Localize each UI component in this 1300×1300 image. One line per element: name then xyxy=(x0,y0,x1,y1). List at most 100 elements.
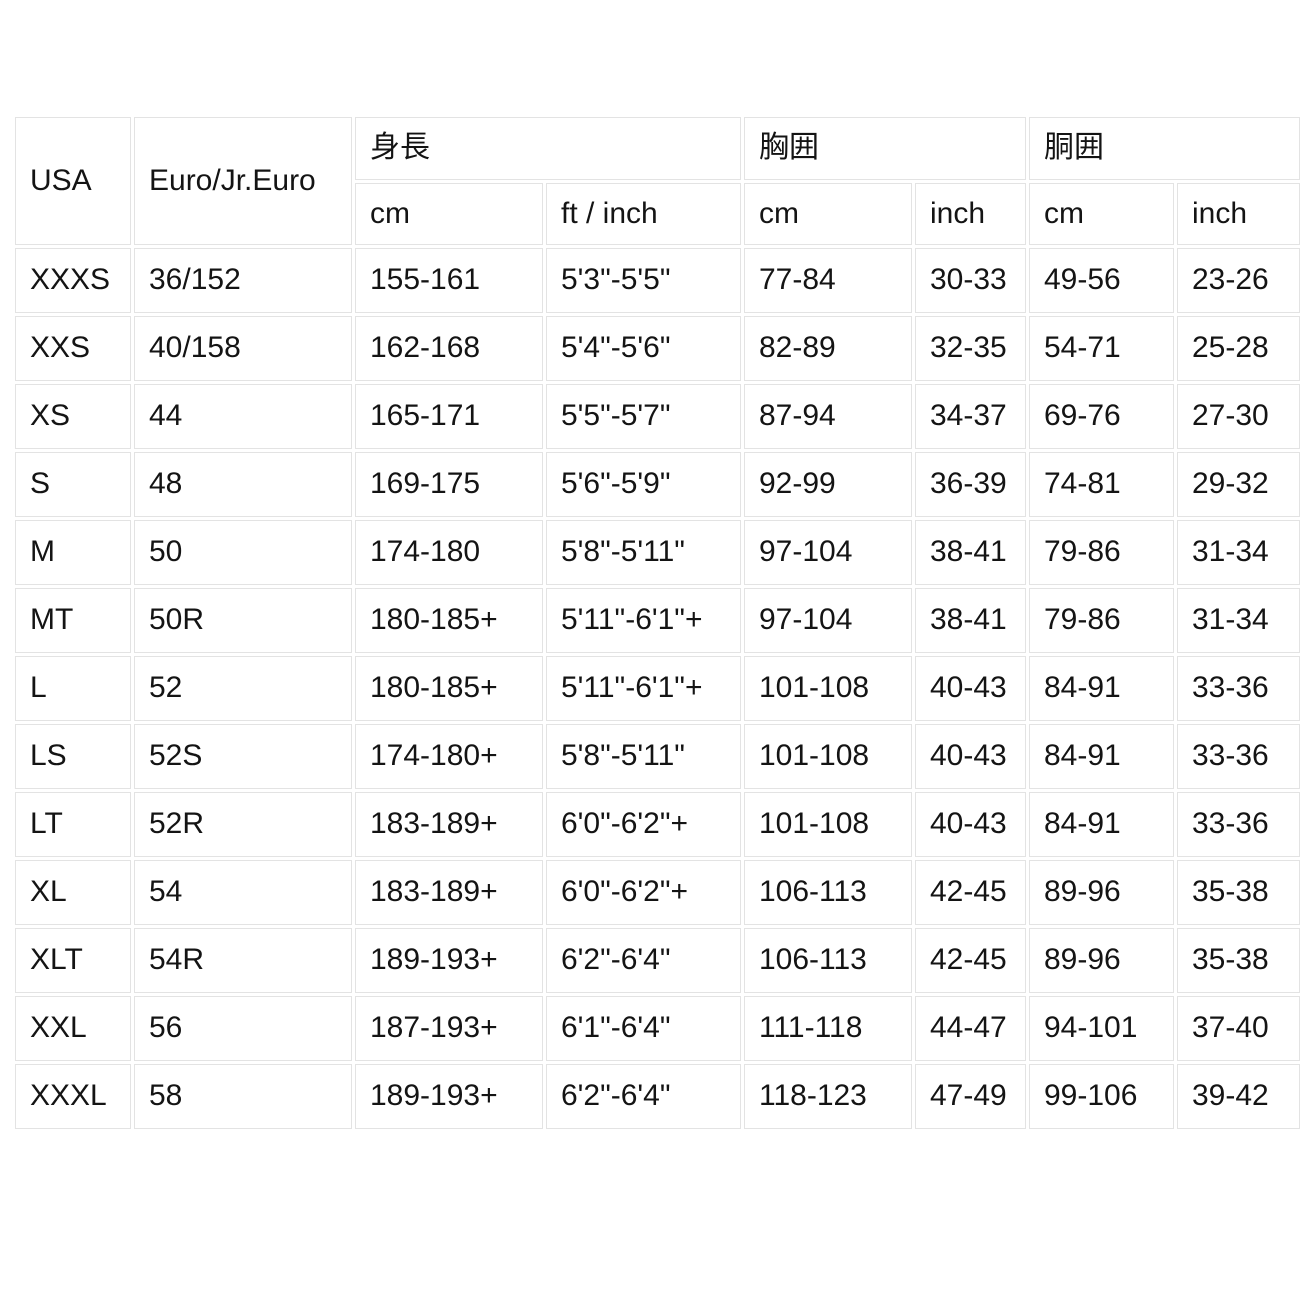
table-row: L52180-185+5'11"-6'1"+101-10840-4384-913… xyxy=(15,656,1300,721)
cell-chest-cm: 101-108 xyxy=(744,792,912,857)
cell-usa: XS xyxy=(15,384,131,449)
column-header-waist-cm: cm xyxy=(1029,183,1174,246)
cell-chest-inch: 38-41 xyxy=(915,588,1026,653)
cell-height-cm: 189-193+ xyxy=(355,928,543,993)
table-row: LT52R183-189+6'0"-6'2"+101-10840-4384-91… xyxy=(15,792,1300,857)
cell-euro: 36/152 xyxy=(134,248,352,313)
table-row: XS44165-1715'5"-5'7"87-9434-3769-7627-30 xyxy=(15,384,1300,449)
cell-height-ftinch: 5'8"-5'11" xyxy=(546,520,741,585)
table-row: XL54183-189+6'0"-6'2"+106-11342-4589-963… xyxy=(15,860,1300,925)
cell-waist-inch: 33-36 xyxy=(1177,656,1300,721)
cell-height-cm: 180-185+ xyxy=(355,656,543,721)
header-row-groups: USA Euro/Jr.Euro 身長 胸囲 胴囲 xyxy=(15,117,1300,180)
size-chart-header: USA Euro/Jr.Euro 身長 胸囲 胴囲 cm ft / inch c… xyxy=(15,117,1300,245)
cell-usa: S xyxy=(15,452,131,517)
cell-usa: XXXS xyxy=(15,248,131,313)
cell-euro: 58 xyxy=(134,1064,352,1129)
cell-height-cm: 169-175 xyxy=(355,452,543,517)
cell-chest-cm: 87-94 xyxy=(744,384,912,449)
cell-height-ftinch: 6'0"-6'2"+ xyxy=(546,860,741,925)
cell-chest-inch: 38-41 xyxy=(915,520,1026,585)
cell-chest-inch: 42-45 xyxy=(915,860,1026,925)
cell-waist-inch: 33-36 xyxy=(1177,792,1300,857)
cell-waist-inch: 31-34 xyxy=(1177,588,1300,653)
table-row: MT50R180-185+5'11"-6'1"+97-10438-4179-86… xyxy=(15,588,1300,653)
column-header-chest-inch: inch xyxy=(915,183,1026,246)
cell-height-cm: 165-171 xyxy=(355,384,543,449)
cell-chest-cm: 118-123 xyxy=(744,1064,912,1129)
cell-height-cm: 183-189+ xyxy=(355,860,543,925)
cell-height-cm: 174-180 xyxy=(355,520,543,585)
cell-waist-inch: 39-42 xyxy=(1177,1064,1300,1129)
cell-usa: XXXL xyxy=(15,1064,131,1129)
cell-usa: LT xyxy=(15,792,131,857)
cell-euro: 44 xyxy=(134,384,352,449)
cell-waist-cm: 79-86 xyxy=(1029,520,1174,585)
size-chart-container: USA Euro/Jr.Euro 身長 胸囲 胴囲 cm ft / inch c… xyxy=(12,114,1288,1132)
cell-waist-cm: 69-76 xyxy=(1029,384,1174,449)
cell-waist-inch: 35-38 xyxy=(1177,860,1300,925)
column-header-waist-inch: inch xyxy=(1177,183,1300,246)
cell-chest-inch: 40-43 xyxy=(915,792,1026,857)
cell-waist-inch: 37-40 xyxy=(1177,996,1300,1061)
column-header-height-cm: cm xyxy=(355,183,543,246)
cell-height-ftinch: 5'8"-5'11" xyxy=(546,724,741,789)
table-row: M50174-1805'8"-5'11"97-10438-4179-8631-3… xyxy=(15,520,1300,585)
cell-euro: 48 xyxy=(134,452,352,517)
column-header-chest-cm: cm xyxy=(744,183,912,246)
cell-waist-cm: 84-91 xyxy=(1029,656,1174,721)
column-header-usa: USA xyxy=(15,117,131,245)
cell-height-ftinch: 5'6"-5'9" xyxy=(546,452,741,517)
cell-waist-cm: 54-71 xyxy=(1029,316,1174,381)
cell-height-cm: 183-189+ xyxy=(355,792,543,857)
cell-chest-cm: 82-89 xyxy=(744,316,912,381)
cell-waist-inch: 29-32 xyxy=(1177,452,1300,517)
cell-height-cm: 174-180+ xyxy=(355,724,543,789)
cell-usa: L xyxy=(15,656,131,721)
cell-euro: 52S xyxy=(134,724,352,789)
cell-waist-cm: 89-96 xyxy=(1029,928,1174,993)
cell-waist-cm: 74-81 xyxy=(1029,452,1174,517)
cell-waist-cm: 84-91 xyxy=(1029,792,1174,857)
table-row: XXL56187-193+6'1"-6'4"111-11844-4794-101… xyxy=(15,996,1300,1061)
cell-chest-inch: 42-45 xyxy=(915,928,1026,993)
size-chart-table: USA Euro/Jr.Euro 身長 胸囲 胴囲 cm ft / inch c… xyxy=(12,114,1300,1132)
cell-waist-cm: 94-101 xyxy=(1029,996,1174,1061)
cell-euro: 40/158 xyxy=(134,316,352,381)
cell-usa: XXL xyxy=(15,996,131,1061)
cell-chest-inch: 34-37 xyxy=(915,384,1026,449)
cell-height-cm: 187-193+ xyxy=(355,996,543,1061)
group-header-height: 身長 xyxy=(355,117,741,180)
cell-waist-inch: 25-28 xyxy=(1177,316,1300,381)
cell-euro: 52 xyxy=(134,656,352,721)
cell-usa: XL xyxy=(15,860,131,925)
cell-waist-cm: 89-96 xyxy=(1029,860,1174,925)
cell-chest-cm: 77-84 xyxy=(744,248,912,313)
cell-height-ftinch: 5'11"-6'1"+ xyxy=(546,588,741,653)
cell-chest-inch: 40-43 xyxy=(915,656,1026,721)
cell-euro: 56 xyxy=(134,996,352,1061)
cell-chest-inch: 30-33 xyxy=(915,248,1026,313)
cell-chest-cm: 111-118 xyxy=(744,996,912,1061)
cell-waist-inch: 31-34 xyxy=(1177,520,1300,585)
cell-euro: 50 xyxy=(134,520,352,585)
cell-usa: MT xyxy=(15,588,131,653)
cell-euro: 54 xyxy=(134,860,352,925)
table-row: S48169-1755'6"-5'9"92-9936-3974-8129-32 xyxy=(15,452,1300,517)
table-row: LS52S174-180+5'8"-5'11"101-10840-4384-91… xyxy=(15,724,1300,789)
cell-chest-cm: 92-99 xyxy=(744,452,912,517)
cell-chest-inch: 36-39 xyxy=(915,452,1026,517)
cell-chest-cm: 97-104 xyxy=(744,588,912,653)
cell-waist-inch: 35-38 xyxy=(1177,928,1300,993)
cell-euro: 50R xyxy=(134,588,352,653)
cell-chest-cm: 97-104 xyxy=(744,520,912,585)
table-row: XXXL58189-193+6'2"-6'4"118-12347-4999-10… xyxy=(15,1064,1300,1129)
cell-usa: M xyxy=(15,520,131,585)
cell-waist-cm: 84-91 xyxy=(1029,724,1174,789)
column-header-euro: Euro/Jr.Euro xyxy=(134,117,352,245)
cell-height-ftinch: 5'11"-6'1"+ xyxy=(546,656,741,721)
cell-chest-inch: 32-35 xyxy=(915,316,1026,381)
table-row: XXS40/158162-1685'4"-5'6"82-8932-3554-71… xyxy=(15,316,1300,381)
cell-chest-inch: 40-43 xyxy=(915,724,1026,789)
cell-waist-cm: 99-106 xyxy=(1029,1064,1174,1129)
